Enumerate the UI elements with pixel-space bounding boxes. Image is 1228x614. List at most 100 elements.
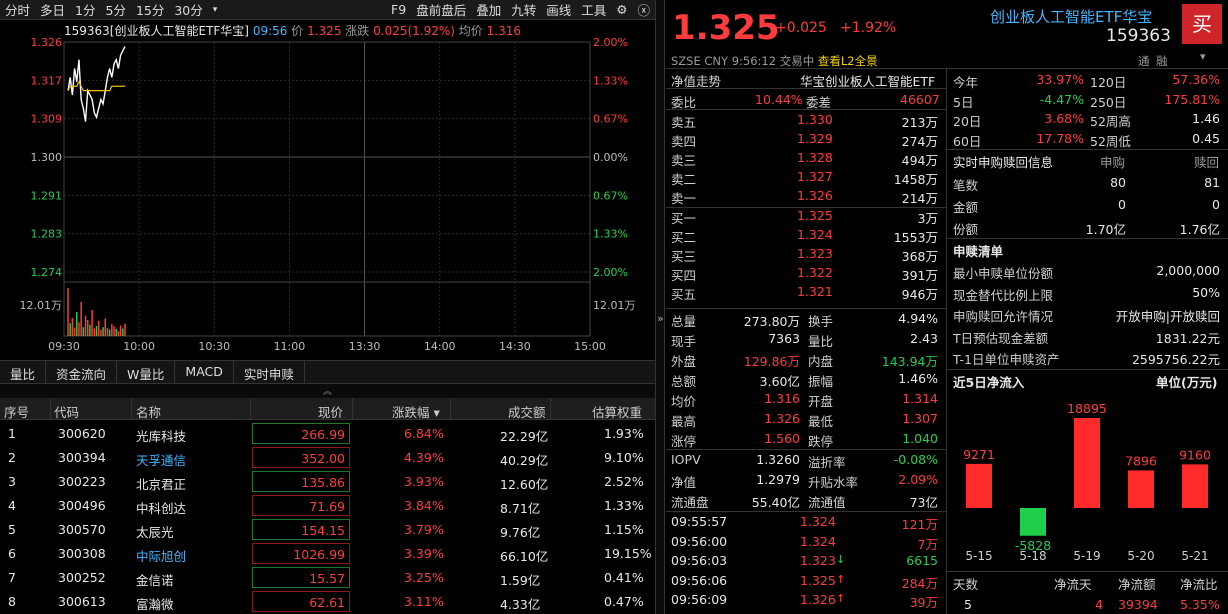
row-name[interactable]: 光库科技 [136,426,186,445]
tab-1min[interactable]: 1分 [70,0,100,19]
tab-realtime-sr[interactable]: 实时申赎 [234,361,305,383]
book-level-label: 卖三 [671,153,697,168]
column-divider [50,398,51,420]
table-row[interactable]: 7 300252 金信诺 15.57 3.25% 1.59亿 0.41% [0,566,655,590]
tab-intraday[interactable]: 分时 [0,0,35,19]
tab-volume-ratio[interactable]: 量比 [0,361,47,383]
buy-button[interactable]: 买 [1182,4,1222,44]
avg-price-line [67,80,125,92]
row-name[interactable]: 太辰光 [136,522,174,541]
book-level-price: 1.325 [797,208,833,223]
col-code[interactable]: 代码 [54,402,79,421]
sr-header-purchase: 申购 [1100,155,1126,170]
row-name[interactable]: 中科创达 [136,498,186,517]
tick-direction-icon: ↑ [836,592,846,605]
column-divider [250,398,251,420]
col-change[interactable]: 涨跌幅 ▾ [392,402,440,421]
book-level-price: 1.329 [797,131,833,146]
perf-value: -4.47% [1039,91,1084,107]
stat-value2: 143.94万 [881,354,938,369]
list-row-value: 2,000,000 [1156,263,1220,278]
table-row[interactable]: 3 300223 北京君正 135.86 3.93% 12.60亿 2.52% [0,470,655,494]
book-level-volume: 3万 [917,211,938,226]
stat-label: 总量 [671,314,697,329]
book-level-price: 1.326 [797,188,833,203]
row-name[interactable]: 富瀚微 [136,594,174,613]
row-name[interactable]: 中际旭创 [136,546,186,565]
nine-turn-button[interactable]: 九转 [506,0,541,19]
tick-volume: 39万 [909,595,938,610]
pre-post-button[interactable]: 盘前盘后 [411,0,471,19]
table-row[interactable]: 8 300613 富瀚微 62.61 3.11% 4.33亿 0.47% [0,590,655,614]
col-weight[interactable]: 估算权重 [592,402,642,421]
table-row[interactable]: 4 300496 中科创达 71.69 3.84% 8.71亿 1.33% [0,494,655,518]
table-row[interactable]: 2 300394 天孚通信 352.00 4.39% 40.29亿 9.10% [0,446,655,470]
tab-fund-flow[interactable]: 资金流向 [46,361,118,383]
row-code: 300613 [58,594,106,609]
expand-icon[interactable]: » [657,312,664,325]
col-price[interactable]: 现价 [318,402,343,421]
tools-button[interactable]: 工具 [576,0,611,19]
table-row[interactable]: 6 300308 中际旭创 1026.99 3.39% 66.10亿 19.15% [0,542,655,566]
tong-badge[interactable]: 通 [1138,53,1150,69]
tab-30min[interactable]: 30分 [169,0,207,19]
row-turnover: 9.76亿 [500,525,541,540]
period-dropdown-icon[interactable]: ▾ [208,5,223,15]
row-code: 300223 [58,474,106,489]
tab-5min[interactable]: 5分 [100,0,130,19]
list-row-value: 开放申购|开放赎回 [1115,309,1220,324]
row-change: 3.25% [404,570,444,585]
rong-badge[interactable]: 融 [1156,53,1168,69]
x-tick-label: 13:30 [349,340,381,353]
intraday-chart[interactable]: 1.326 2.00% 1.317 1.33% 1.309 0.67% 1.300 0.00%… [0,20,655,358]
row-index: 6 [8,546,16,561]
column-divider [550,398,551,420]
perf-label2: 52周低 [1090,133,1131,149]
draw-button[interactable]: 画线 [541,0,576,19]
row-price: 266.99 [252,423,350,444]
tick-time: 09:56:00 [671,533,728,549]
col-index[interactable]: 序号 [4,402,29,421]
tab-multiday[interactable]: 多日 [35,0,70,19]
row-change: 3.93% [404,474,444,489]
stat-value: 273.80万 [743,314,800,329]
row-name[interactable]: 北京君正 [136,474,186,493]
row-turnover: 1.59亿 [500,573,541,588]
perf-value2: 0.45 [1192,130,1220,146]
flow-summary-value: 39394 [1118,597,1158,612]
chart-frame [63,41,591,337]
panel-divider[interactable]: » [655,0,665,614]
tick-direction-icon: ↓ [836,553,846,566]
view-l2-link[interactable]: 查看L2全景 [818,54,878,68]
book-level-volume: 213万 [901,115,938,130]
close-icon[interactable]: ⓧ [632,0,655,19]
tab-15min[interactable]: 15分 [131,0,169,19]
column-divider [450,398,451,420]
inflow-bar [1182,464,1208,508]
inflow-bar [966,463,992,508]
row-name[interactable]: 金信诺 [136,570,174,589]
stat-value2: 1.040 [902,431,938,446]
overlay-button[interactable]: 叠加 [471,0,506,19]
table-row[interactable]: 5 300570 太辰光 154.15 3.79% 9.76亿 1.15% [0,518,655,542]
book-level-volume: 391万 [901,268,938,283]
more-icon[interactable]: ▾ [1200,50,1206,63]
tick-price: 1.323 [800,553,836,568]
stat-label2: 量比 [808,334,834,349]
gear-icon[interactable]: ⚙ [611,2,632,17]
stat-label2: 最低 [808,414,834,429]
row-change: 6.84% [404,426,444,441]
tab-w-volume-ratio[interactable]: W量比 [117,361,176,383]
col-name[interactable]: 名称 [136,402,161,421]
tab-macd[interactable]: MACD [175,361,234,383]
col-turnover[interactable]: 成交额 [508,402,546,421]
flow-header: 净流天 [1054,577,1092,592]
stat-value2: 1.307 [902,411,938,426]
row-turnover: 4.33亿 [500,597,541,612]
table-row[interactable]: 1 300620 光库科技 266.99 6.84% 22.29亿 1.93% [0,422,655,446]
f9-button[interactable]: F9 [386,2,411,17]
sr-row-label: 金额 [953,200,979,215]
row-price: 352.00 [252,447,350,468]
row-name[interactable]: 天孚通信 [136,450,186,469]
collapse-handle[interactable]: ︽ [0,384,655,398]
